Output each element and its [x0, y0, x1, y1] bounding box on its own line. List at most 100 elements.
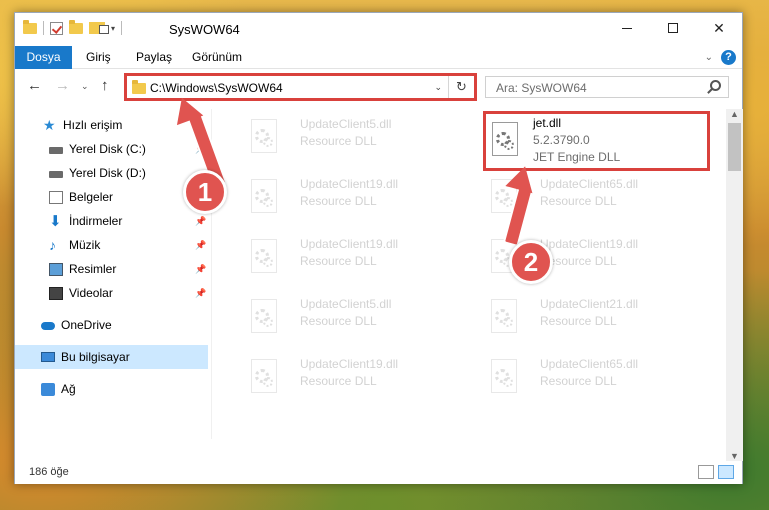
tab-view[interactable]: Görünüm [179, 46, 255, 69]
file-item[interactable]: UpdateClient5.dll Resource DLL [243, 115, 463, 165]
search-input[interactable]: Ara: SysWOW64 [485, 76, 729, 98]
new-folder-icon[interactable] [69, 19, 83, 34]
minimize-button[interactable] [604, 13, 650, 43]
file-name: UpdateClient19.dll [540, 237, 639, 251]
annotation-badge-1: 1 [183, 170, 227, 214]
tab-file[interactable]: Dosya [15, 46, 72, 69]
folder-icon [23, 19, 37, 34]
sidebar-item-label: Bu bilgisayar [61, 350, 130, 364]
file-name: UpdateClient19.dll [300, 177, 399, 191]
search-icon[interactable] [710, 80, 721, 91]
scrollbar-thumb[interactable] [728, 123, 741, 171]
folder-icon [132, 80, 146, 94]
sidebar-item[interactable]: Yerel Disk (C:)📌 [15, 137, 208, 161]
title-bar: ▾ SysWOW64 ✕ [15, 13, 742, 46]
sidebar-item[interactable]: OneDrive [15, 313, 208, 337]
star-icon: ★ [43, 116, 56, 133]
scroll-down-icon[interactable]: ▼ [730, 451, 739, 461]
search-placeholder: Ara: SysWOW64 [496, 81, 587, 95]
dll-file-icon [247, 359, 283, 399]
sidebar-item-label: Yerel Disk (C:) [69, 142, 146, 156]
window-title: SysWOW64 [169, 22, 240, 37]
file-name: UpdateClient19.dll [300, 237, 399, 251]
file-item-highlighted[interactable]: jet.dll 5.2.3790.0 JET Engine DLL [483, 111, 710, 171]
toolbar-divider [43, 21, 44, 35]
address-bar[interactable]: C:\Windows\SysWOW64 ⌄ ↻ [124, 73, 477, 101]
recent-locations-icon[interactable]: ⌄ [81, 81, 89, 92]
gear-icon [263, 257, 273, 267]
pin-icon[interactable]: 📌 [195, 288, 206, 299]
gear-icon [263, 137, 273, 147]
gear-icon [504, 140, 514, 150]
file-type: Resource DLL [300, 194, 377, 208]
file-item[interactable]: UpdateClient19.dll Resource DLL [243, 175, 463, 225]
sidebar-item[interactable]: ⬇ İndirmeler 📌 [15, 209, 208, 233]
quick-access-toolbar: ▾ [23, 19, 123, 35]
file-version: 5.2.3790.0 [533, 133, 590, 147]
sidebar-item[interactable]: Resimler 📌 [15, 257, 208, 281]
documents-icon [49, 190, 63, 204]
ribbon-controls: ⌄ ? [705, 50, 736, 65]
chevron-down-icon[interactable]: ⌄ [434, 82, 442, 93]
navigation-pane: ★Hızlı erişimYerel Disk (C:)📌Yerel Disk … [15, 109, 211, 461]
file-name: UpdateClient65.dll [540, 177, 639, 191]
large-icons-view-icon[interactable] [718, 465, 734, 479]
address-path[interactable]: C:\Windows\SysWOW64 [150, 81, 283, 95]
sidebar-item[interactable]: Belgeler [15, 185, 208, 209]
gear-icon [503, 377, 513, 387]
file-item[interactable]: UpdateClient21.dll Resource DLL [483, 295, 703, 345]
sidebar-item[interactable]: Videolar 📌 [15, 281, 208, 305]
sidebar-item[interactable]: Yerel Disk (D:) [15, 161, 208, 185]
maximize-button[interactable] [650, 13, 696, 43]
gear-icon [503, 317, 513, 327]
file-item[interactable]: UpdateClient5.dll Resource DLL [243, 295, 463, 345]
pin-icon[interactable]: 📌 [195, 264, 206, 275]
status-bar: 186 öğe [15, 461, 742, 484]
close-button[interactable]: ✕ [696, 13, 742, 43]
onedrive-icon [41, 322, 55, 330]
tab-share[interactable]: Paylaş [123, 46, 185, 69]
file-type: Resource DLL [540, 194, 617, 208]
download-icon: ⬇ [49, 212, 62, 230]
file-type: Resource DLL [300, 254, 377, 268]
back-arrow-icon[interactable]: ← [27, 77, 42, 94]
file-name: UpdateClient65.dll [540, 357, 639, 371]
sidebar-item[interactable]: ♪ Müzik 📌 [15, 233, 208, 257]
drive-icon [49, 147, 63, 154]
up-arrow-icon[interactable]: ↑ [101, 77, 109, 94]
dll-file-icon [247, 299, 283, 339]
scroll-up-icon[interactable]: ▲ [730, 109, 739, 119]
maximize-icon [668, 23, 678, 33]
toolbar-divider [121, 21, 123, 35]
sidebar-item-label: Belgeler [69, 190, 114, 204]
pictures-icon [49, 262, 63, 276]
file-item[interactable]: UpdateClient19.dll Resource DLL [243, 235, 463, 285]
dll-file-icon [488, 122, 524, 162]
sidebar-item-label: Videolar [69, 286, 113, 300]
dll-file-icon [247, 239, 283, 279]
pin-icon[interactable]: 📌 [195, 216, 206, 227]
sidebar-item[interactable]: Ağ [15, 377, 208, 401]
sidebar-item[interactable]: Bu bilgisayar [15, 345, 208, 369]
file-name: UpdateClient19.dll [300, 357, 399, 371]
annotation-badge-2: 2 [509, 240, 553, 284]
expand-ribbon-icon[interactable]: ⌄ [705, 52, 713, 63]
minimize-icon [622, 27, 632, 29]
pin-icon[interactable]: 📌 [195, 240, 206, 251]
file-type: JET Engine DLL [533, 150, 621, 164]
file-item[interactable]: UpdateClient65.dll Resource DLL [483, 355, 703, 405]
file-name: UpdateClient5.dll [300, 297, 392, 311]
vertical-scrollbar[interactable]: ▲ ▼ [726, 109, 743, 461]
forward-arrow-icon[interactable]: → [55, 77, 70, 94]
refresh-button[interactable]: ↻ [448, 76, 474, 98]
file-item[interactable]: UpdateClient19.dll Resource DLL [243, 355, 463, 405]
help-icon[interactable]: ? [721, 50, 736, 65]
close-icon: ✕ [713, 19, 725, 36]
properties-icon[interactable] [50, 21, 63, 35]
file-explorer-window: ▾ SysWOW64 ✕ Dosya Giriş Paylaş Görünüm … [14, 12, 743, 484]
details-view-icon[interactable] [698, 465, 714, 479]
item-count: 186 öğe [29, 466, 69, 478]
tab-home[interactable]: Giriş [73, 46, 124, 69]
chevron-down-icon[interactable]: ▾ [111, 24, 115, 33]
customize-toolbar-icon[interactable] [89, 22, 109, 34]
